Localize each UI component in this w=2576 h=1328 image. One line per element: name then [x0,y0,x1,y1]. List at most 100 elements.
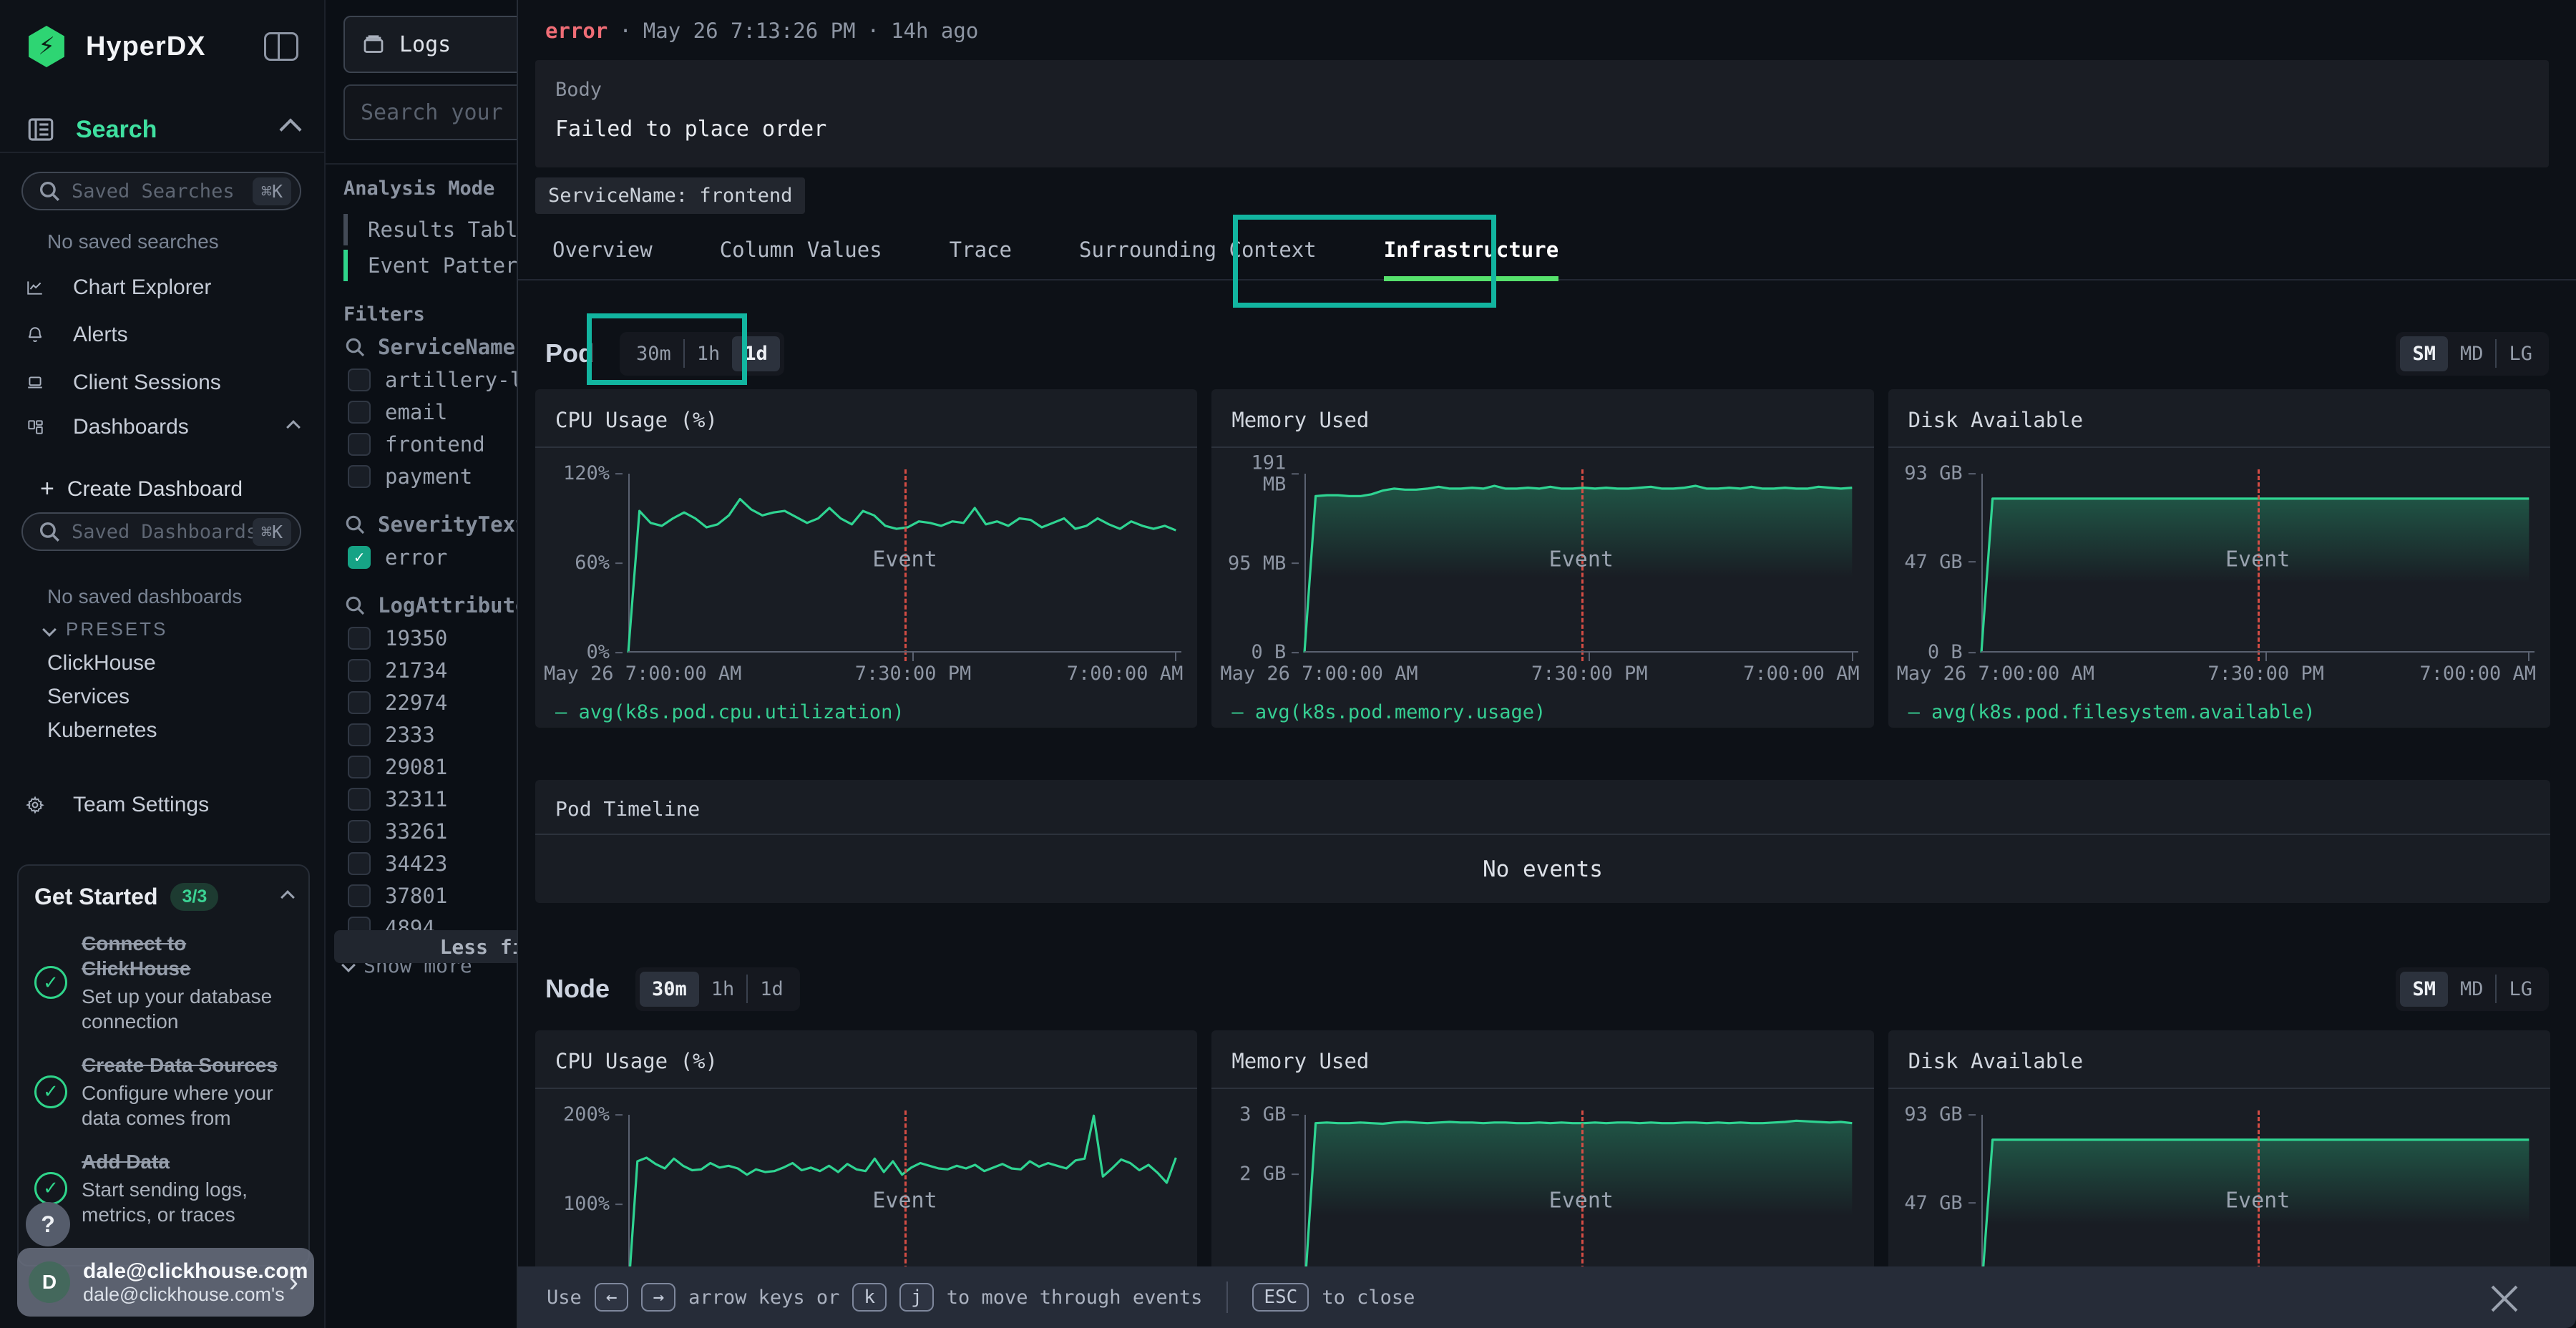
y-axis-tick: 0 B [1220,642,1299,663]
gear-icon [26,791,59,819]
arrow-right-key[interactable]: → [641,1283,675,1312]
checkbox[interactable] [348,627,371,650]
checkbox[interactable] [348,401,371,424]
tab-column-values[interactable]: Column Values [720,238,882,279]
x-axis-tick-mark [1589,653,1590,661]
sidebar-item-client-sessions[interactable]: Client Sessions [26,368,298,397]
chart-plot-area[interactable]: 93 GB47 GB0 BEvent [1981,474,2529,653]
no-saved-searches-text: No saved searches [47,230,219,253]
sidebar-item-search[interactable]: Search [76,116,157,144]
saved-searches-input[interactable]: ⌘K [21,172,301,210]
arrow-left-key[interactable]: ← [595,1283,629,1312]
k-key[interactable]: k [852,1283,887,1312]
checkbox[interactable] [348,465,371,488]
sidebar-item-chart-explorer[interactable]: Chart Explorer [26,273,298,302]
sidebar-item-kubernetes[interactable]: Kubernetes [47,718,157,743]
tab-surrounding-context[interactable]: Surrounding Context [1079,238,1317,279]
analysis-mode-list: Results TableEvent Patterns [343,212,542,283]
analysis-mode-event-patterns[interactable]: Event Patterns [343,248,542,283]
saved-searches-field[interactable] [72,180,253,202]
chart-plot-area[interactable]: 191 MB95 MB0 BEvent [1304,474,1852,653]
node-range-control: 30m1h1d [635,967,800,1011]
tab-trace[interactable]: Trace [950,238,1012,279]
analysis-mode-results-table[interactable]: Results Table [343,212,542,248]
collapse-sidebar-icon[interactable] [264,32,298,61]
node-range-1d[interactable]: 1d [748,972,796,1007]
checkbox[interactable] [348,433,371,456]
pod-range-30m[interactable]: 30m [624,336,683,371]
get-started-item[interactable]: ✓ Create Data Sources Configure where yo… [34,1053,293,1131]
user-menu[interactable]: D dale@clickhouse.com dale@clickhouse.co… [17,1248,314,1317]
sidebar-item-dashboards[interactable]: Dashboards [26,414,298,441]
mode-indicator-bar [343,250,348,281]
chart-plot-area[interactable]: 120%60%0%Event [628,474,1176,653]
chart-legend[interactable]: — avg(k8s.pod.memory.usage) [1231,701,1873,723]
chart-legend[interactable]: — avg(k8s.pod.cpu.utilization) [555,701,1197,723]
esc-key[interactable]: ESC [1252,1283,1309,1312]
checkbox[interactable] [348,723,371,746]
checkbox[interactable] [348,659,371,682]
saved-dashboards-input[interactable]: ⌘K [21,512,301,551]
chevron-up-icon[interactable] [279,118,301,140]
saved-dashboards-field[interactable] [72,521,253,543]
pod-disk-chart: Disk Available93 GB47 GB0 BEventMay 26 7… [1888,389,2550,728]
checkbox[interactable] [348,368,371,391]
separator: · [867,19,879,43]
pod-size-lg[interactable]: LG [2497,336,2545,371]
j-key[interactable]: j [899,1283,934,1312]
checkbox[interactable] [348,756,371,778]
pod-size-sm[interactable]: SM [2400,336,2448,371]
x-axis-tick-mark [2528,653,2529,661]
chart-legend[interactable]: — avg(k8s.pod.filesystem.available) [1908,701,2550,723]
event-marker-label: Event [1549,1188,1614,1214]
node-size-sm[interactable]: SM [2400,972,2448,1007]
pod-size-md[interactable]: MD [2448,336,2496,371]
y-axis-tick: 120% [544,463,623,484]
y-axis-tick: 93 GB [1897,1104,1976,1126]
checkbox[interactable] [348,691,371,714]
checkbox[interactable] [348,852,371,875]
close-icon[interactable] [2490,1283,2519,1312]
detail-tabs: Overview Column Values Trace Surrounding Co… [518,226,2576,280]
get-started-item[interactable]: ✓ Add Data Start sending logs, metrics, … [34,1149,293,1227]
plus-icon: + [40,475,54,503]
node-range-1h[interactable]: 1h [699,972,747,1007]
checkbox[interactable] [348,820,371,843]
x-axis-tick-label: May 26 7:00:00 AM [1897,663,2094,685]
sidebar-item-services[interactable]: Services [47,685,130,709]
x-axis-tick-label: 7:30:00 PM [2207,663,2324,685]
sidebar-item-clickhouse[interactable]: ClickHouse [47,651,156,675]
presets-toggle[interactable]: PRESETS [44,618,167,640]
create-dashboard-button[interactable]: + Create Dashboard [40,475,298,503]
service-name-tag[interactable]: ServiceName: frontend [535,177,805,214]
checkbox[interactable]: ✓ [348,546,371,569]
y-axis-tick: 0 B [1897,642,1976,663]
pod-range-1h[interactable]: 1h [685,336,733,371]
checkbox[interactable] [348,884,371,907]
chevron-up-icon[interactable] [280,890,295,904]
dashboards-icon [26,414,59,441]
node-size-control: SMMDLG [2396,967,2549,1011]
node-range-30m[interactable]: 30m [640,972,699,1007]
node-size-md[interactable]: MD [2448,972,2496,1007]
chart-title: CPU Usage (%) [535,1030,1197,1089]
tab-infrastructure[interactable]: Infrastructure [1384,238,1558,279]
search-section-icon [26,114,56,145]
chevron-up-icon[interactable] [286,420,301,434]
pod-section-title: Pod [545,338,594,368]
y-axis-tick: 200% [544,1104,623,1126]
tab-overview[interactable]: Overview [552,238,653,279]
x-axis-tick-mark [1852,653,1853,661]
node-size-lg[interactable]: LG [2497,972,2545,1007]
search-icon [343,594,366,617]
checkbox[interactable] [348,788,371,811]
x-axis-tick-label: 7:00:00 AM [2419,663,2536,685]
pod-range-1d[interactable]: 1d [732,336,780,371]
event-marker-label: Event [1549,547,1614,572]
pod-timeline-title: Pod Timeline [535,780,2550,835]
sidebar-item-team-settings[interactable]: Team Settings [26,791,298,819]
sidebar-item-alerts[interactable]: Alerts [26,321,298,348]
help-button[interactable]: ? [26,1202,70,1246]
get-started-item[interactable]: ✓ Connect to ClickHouse Set up your data… [34,931,293,1034]
shortcut-badge: ⌘K [253,177,291,205]
